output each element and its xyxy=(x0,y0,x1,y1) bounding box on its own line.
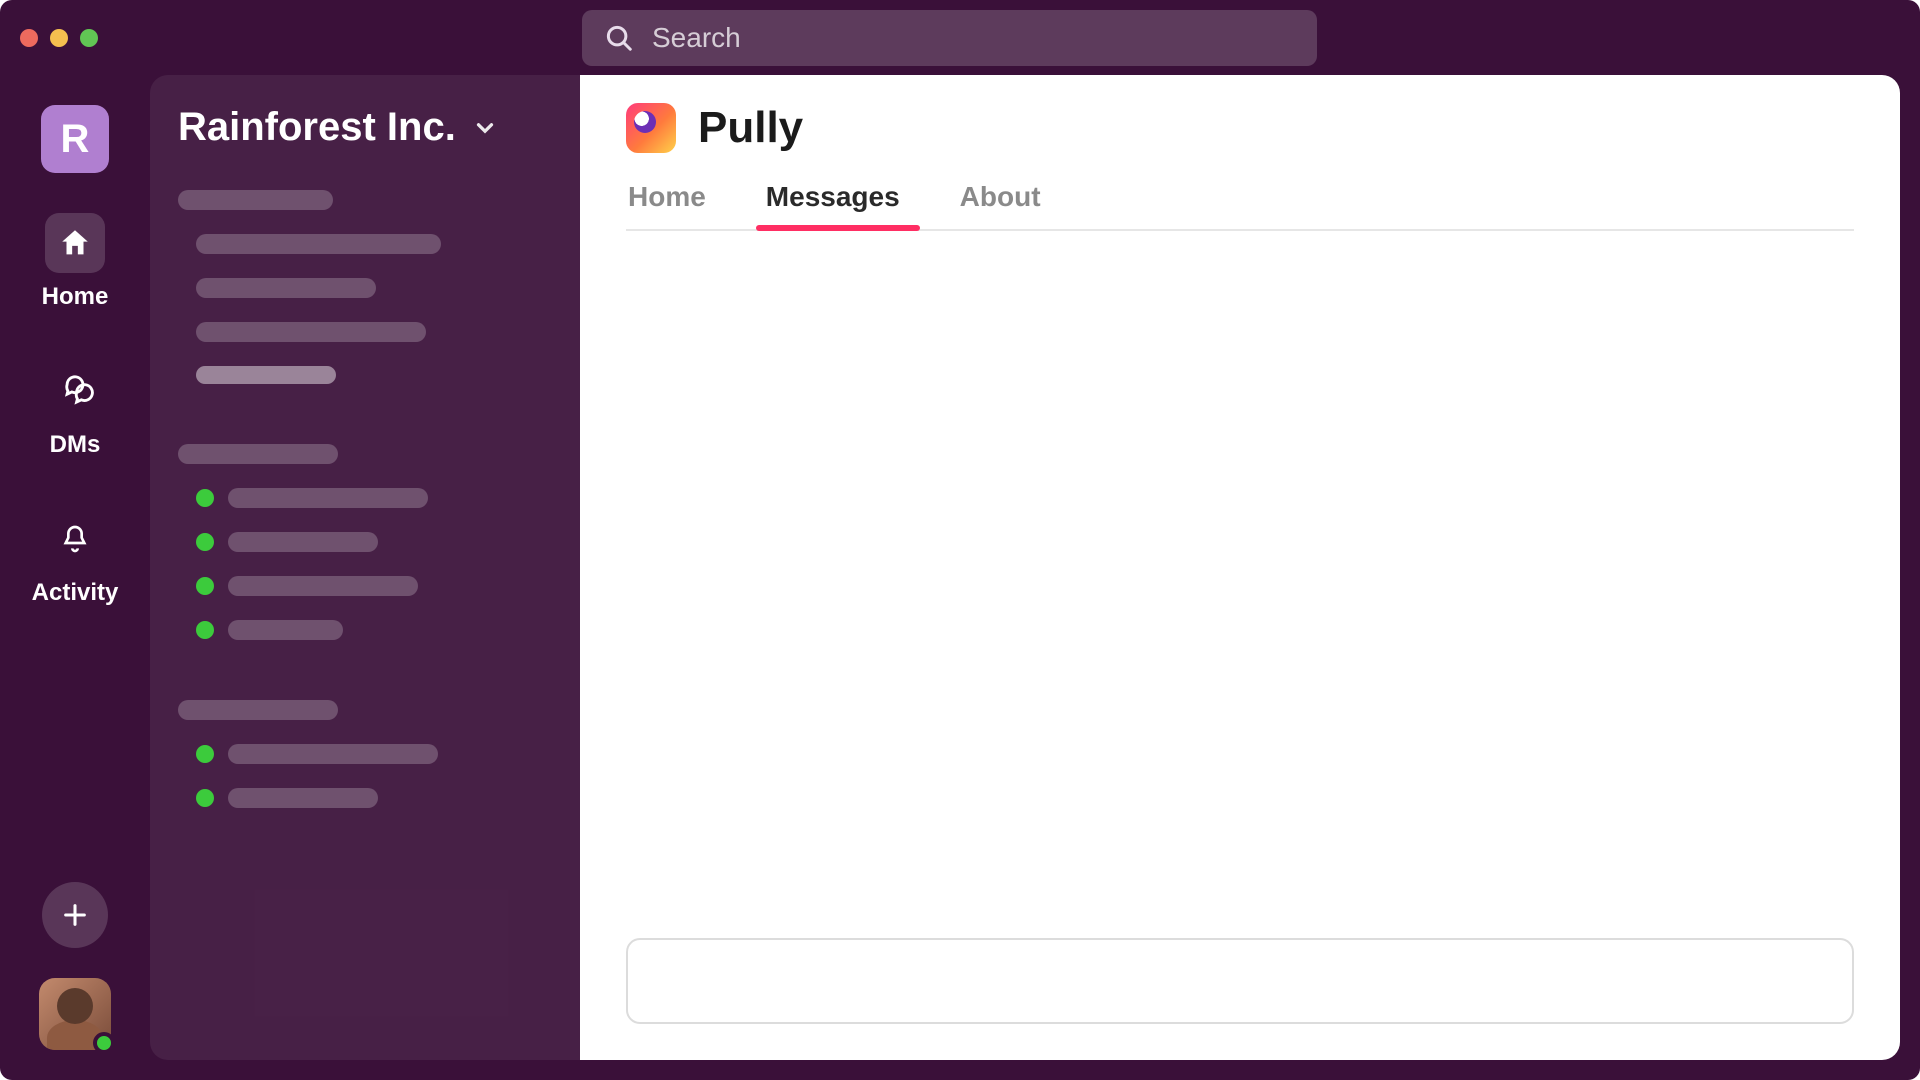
section-header-placeholder xyxy=(178,444,338,464)
rail-bottom xyxy=(39,882,111,1050)
create-new-button[interactable] xyxy=(42,882,108,948)
activity-icon xyxy=(45,509,105,569)
rail-label-dms: DMs xyxy=(50,431,101,459)
minimize-window-button[interactable] xyxy=(50,29,68,47)
home-icon xyxy=(45,213,105,273)
presence-dot-icon xyxy=(196,577,214,595)
list-item[interactable] xyxy=(178,532,552,552)
presence-dot-icon xyxy=(196,489,214,507)
search-bar[interactable] xyxy=(582,10,1317,66)
conversation-title: Pully xyxy=(698,103,803,153)
main-panel: Pully Home Messages About xyxy=(580,75,1900,1060)
list-item[interactable] xyxy=(178,366,552,384)
presence-dot-icon xyxy=(196,789,214,807)
titlebar xyxy=(0,0,1920,75)
conversation-header: Pully Home Messages About xyxy=(580,75,1900,231)
presence-dot-icon xyxy=(196,533,214,551)
sidebar-section-2 xyxy=(178,444,552,640)
dms-icon xyxy=(45,361,105,421)
user-menu[interactable] xyxy=(39,978,111,1050)
rail-item-activity[interactable]: Activity xyxy=(32,509,119,607)
list-item[interactable] xyxy=(178,278,552,298)
list-item[interactable] xyxy=(178,234,552,254)
section-header-placeholder xyxy=(178,700,338,720)
rail-item-dms[interactable]: DMs xyxy=(45,361,105,459)
workspace-name: Rainforest Inc. xyxy=(178,105,456,150)
list-item[interactable] xyxy=(178,620,552,640)
app-icon xyxy=(626,103,676,153)
presence-dot-icon xyxy=(196,621,214,639)
list-item[interactable] xyxy=(178,576,552,596)
list-item[interactable] xyxy=(178,744,552,764)
maximize-window-button[interactable] xyxy=(80,29,98,47)
chevron-down-icon xyxy=(472,115,498,141)
message-composer[interactable] xyxy=(626,938,1854,1024)
window-controls xyxy=(20,29,98,47)
plus-icon xyxy=(61,901,89,929)
presence-dot-icon xyxy=(196,745,214,763)
list-item[interactable] xyxy=(178,788,552,808)
list-item[interactable] xyxy=(178,488,552,508)
tab-messages[interactable]: Messages xyxy=(766,181,900,229)
rail-label-home: Home xyxy=(42,283,109,311)
rail-label-activity: Activity xyxy=(32,579,119,607)
conversation-tabs: Home Messages About xyxy=(626,181,1854,231)
left-rail: R Home DMs xyxy=(0,75,150,1060)
presence-indicator xyxy=(93,1032,115,1054)
sidebar-section-3 xyxy=(178,700,552,808)
search-input[interactable] xyxy=(652,22,1295,54)
workspace-switcher[interactable]: R xyxy=(41,105,109,173)
tab-about[interactable]: About xyxy=(960,181,1041,229)
tab-home[interactable]: Home xyxy=(628,181,706,229)
workspace-menu[interactable]: Rainforest Inc. xyxy=(178,105,552,150)
list-item[interactable] xyxy=(178,322,552,342)
channels-sidebar: Rainforest Inc. xyxy=(150,75,580,1060)
composer-container xyxy=(580,938,1900,1060)
close-window-button[interactable] xyxy=(20,29,38,47)
search-icon xyxy=(604,23,634,53)
rail-item-home[interactable]: Home xyxy=(42,213,109,311)
search-container xyxy=(582,10,1317,66)
messages-area xyxy=(580,231,1900,938)
app-window: R Home DMs xyxy=(0,0,1920,1080)
section-header-placeholder xyxy=(178,190,333,210)
sidebar-section-1 xyxy=(178,190,552,384)
body: R Home DMs xyxy=(0,75,1920,1080)
